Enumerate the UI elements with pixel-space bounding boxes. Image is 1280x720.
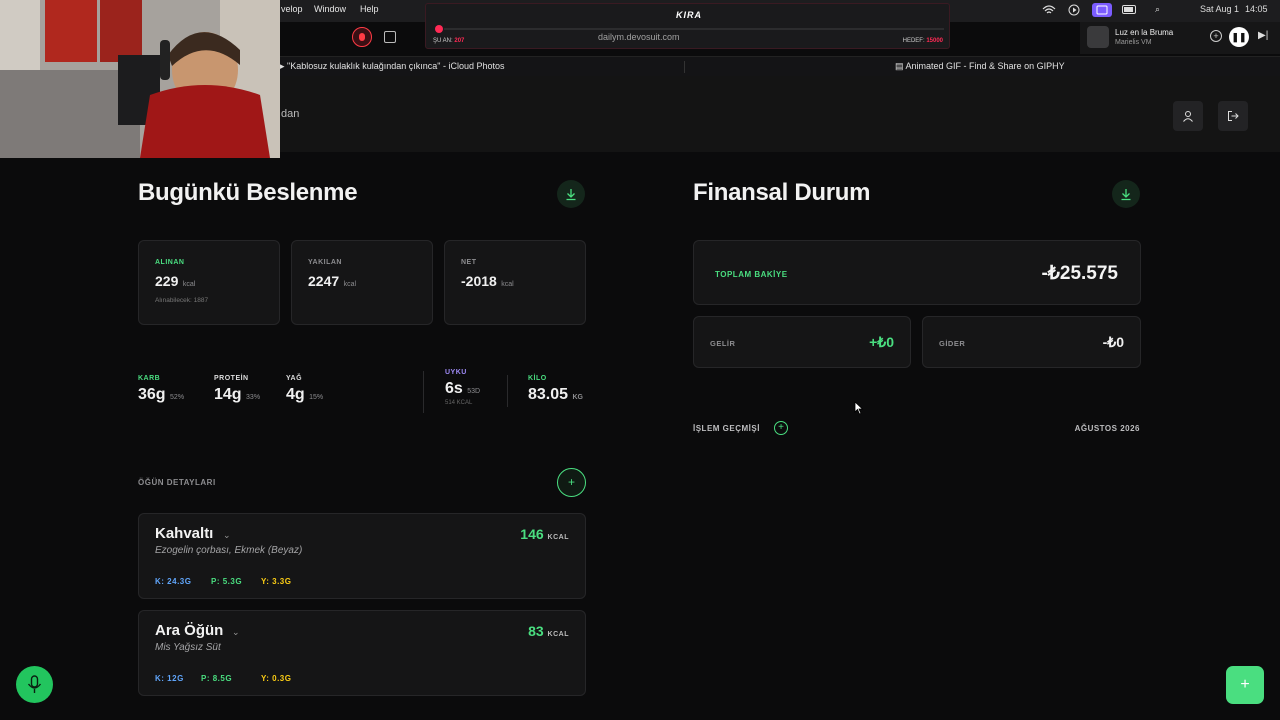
transaction-history-label: İŞLEM GEÇMİŞİ <box>693 424 760 433</box>
bookmark-icloud-photos[interactable]: ▸ "Kablosuz kulaklık kulağından çıkınca"… <box>280 61 505 72</box>
meal-name: Ara Öğün <box>155 622 224 639</box>
add-entry-button[interactable]: + <box>1226 666 1264 704</box>
search-icon[interactable]: ⌕ <box>1155 4 1160 15</box>
expense-value: -₺0 <box>1102 334 1124 350</box>
add-meal-button[interactable]: + <box>557 468 586 497</box>
balance-card: TOPLAM BAKİYE -₺25.575 <box>693 240 1141 305</box>
now-playing-artist: Marielis VM <box>1115 39 1152 46</box>
webcam-overlay <box>0 0 280 158</box>
net-calories-card: NET -2018 kcal <box>444 240 586 325</box>
divider <box>684 61 685 73</box>
calories-burned-label: YAKILAN <box>308 259 342 266</box>
recording-goal: HEDEF: 15000 <box>902 38 943 44</box>
recorder-brand: KIRA <box>676 10 702 20</box>
logout-button[interactable] <box>1218 101 1248 131</box>
month-selector[interactable]: AĞUSTOS 2026 <box>1075 424 1140 433</box>
address-bar-url[interactable]: dailym.devosuit.com <box>598 32 680 42</box>
meal-protein: P: 5.3G <box>211 577 243 586</box>
download-icon <box>566 189 576 201</box>
tab-overview-icon[interactable] <box>384 31 396 43</box>
recording-overlay: KIRA ŞU AN: 207 dailym.devosuit.com HEDE… <box>425 3 950 49</box>
pause-button[interactable]: ❚❚ <box>1229 27 1249 47</box>
calories-remaining: Alınabilecek: 1887 <box>155 297 209 304</box>
weight-stat[interactable]: KİLO 83.05 KG <box>528 375 583 404</box>
meal-description: Mis Yağsız Süt <box>155 642 221 653</box>
menubar-date[interactable]: Sat Aug 1 <box>1200 4 1239 14</box>
sleep-stat[interactable]: UYKU 6s 53D 514 KCAL <box>445 369 480 406</box>
meal-card-breakfast[interactable]: Kahvaltı ⌄ Ezogelin çorbası, Ekmek (Beya… <box>138 513 586 599</box>
battery-icon[interactable] <box>1122 5 1138 14</box>
menubar-time[interactable]: 14:05 <box>1245 4 1268 14</box>
income-card: GELİR +₺0 <box>693 316 911 368</box>
logout-icon <box>1228 111 1239 121</box>
recording-current: ŞU AN: 207 <box>433 38 465 44</box>
chevron-down-icon[interactable]: ⌄ <box>223 530 231 541</box>
voice-input-button[interactable] <box>16 666 53 703</box>
calories-in-value: 229 kcal <box>155 273 196 289</box>
meals-heading: ÖĞÜN DETAYLARI <box>138 478 216 487</box>
fat-stat: YAĞ 4g 15% <box>286 375 324 403</box>
meal-description: Ezogelin çorbası, Ekmek (Beyaz) <box>155 545 303 556</box>
album-art <box>1087 26 1109 48</box>
net-calories-label: NET <box>461 259 477 266</box>
play-circle-icon[interactable] <box>1068 4 1080 16</box>
bookmark-giphy[interactable]: ▤ Animated GIF - Find & Share on GIPHY <box>895 61 1065 72</box>
menu-develop[interactable]: velop <box>281 4 303 14</box>
header-title-fragment: dan <box>281 108 300 120</box>
meal-carbs: K: 12G <box>155 674 184 683</box>
meal-protein: P: 8.5G <box>201 674 233 683</box>
balance-label: TOPLAM BAKİYE <box>715 270 788 279</box>
calories-in-label: ALINAN <box>155 259 185 266</box>
finance-download-button[interactable] <box>1112 180 1140 208</box>
user-icon <box>1183 111 1193 122</box>
download-icon <box>1121 189 1131 201</box>
add-transaction-button[interactable]: + <box>774 421 788 435</box>
menu-window[interactable]: Window <box>314 4 346 14</box>
expense-label: GİDER <box>939 339 966 348</box>
nutrition-title: Bugünkü Beslenme <box>138 179 358 206</box>
screen-mirror-icon[interactable] <box>1092 3 1112 17</box>
chevron-down-icon[interactable]: ⌄ <box>232 627 240 638</box>
calories-burned-value: 2247 kcal <box>308 273 357 289</box>
recording-progress-track <box>444 28 944 30</box>
meal-kcal: 83 KCAL <box>528 623 569 639</box>
profile-button[interactable] <box>1173 101 1203 131</box>
now-playing-title: Luz en la Bruma <box>1115 28 1174 37</box>
finance-title: Finansal Durum <box>693 179 871 206</box>
mouse-cursor <box>854 401 864 415</box>
carbs-stat: KARB 36g 52% <box>138 375 185 403</box>
divider <box>507 375 508 407</box>
income-value: +₺0 <box>869 334 894 350</box>
meal-carbs: K: 24.3G <box>155 577 192 586</box>
skip-forward-icon[interactable]: ▶| <box>1258 30 1268 41</box>
nutrition-download-button[interactable] <box>557 180 585 208</box>
income-label: GELİR <box>710 339 736 348</box>
meal-name: Kahvaltı <box>155 525 214 542</box>
calories-in-card: ALINAN 229 kcal Alınabilecek: 1887 <box>138 240 280 325</box>
divider <box>423 371 424 413</box>
recording-progress-dot[interactable] <box>435 25 443 33</box>
menu-help[interactable]: Help <box>360 4 379 14</box>
microphone-icon <box>27 675 42 693</box>
meal-kcal: 146 KCAL <box>520 526 569 542</box>
wifi-icon[interactable] <box>1042 4 1056 16</box>
meal-card-snack[interactable]: Ara Öğün ⌄ Mis Yağsız Süt 83 KCAL K: 12G… <box>138 610 586 696</box>
protein-stat: PROTEİN 14g 33% <box>214 375 261 403</box>
balance-value: -₺25.575 <box>1041 263 1118 284</box>
add-icon[interactable]: + <box>1210 30 1222 42</box>
expense-card: GİDER -₺0 <box>922 316 1141 368</box>
webcam-image <box>0 0 280 158</box>
microphone-record-icon[interactable] <box>352 27 372 47</box>
now-playing-widget: Luz en la Bruma Marielis VM + ❚❚ ▶| <box>1080 22 1280 54</box>
meal-fat: Y: 3.3G <box>261 577 292 586</box>
meal-fat: Y: 0.3G <box>261 674 292 683</box>
calories-burned-card: YAKILAN 2247 kcal <box>291 240 433 325</box>
net-calories-value: -2018 kcal <box>461 273 514 289</box>
